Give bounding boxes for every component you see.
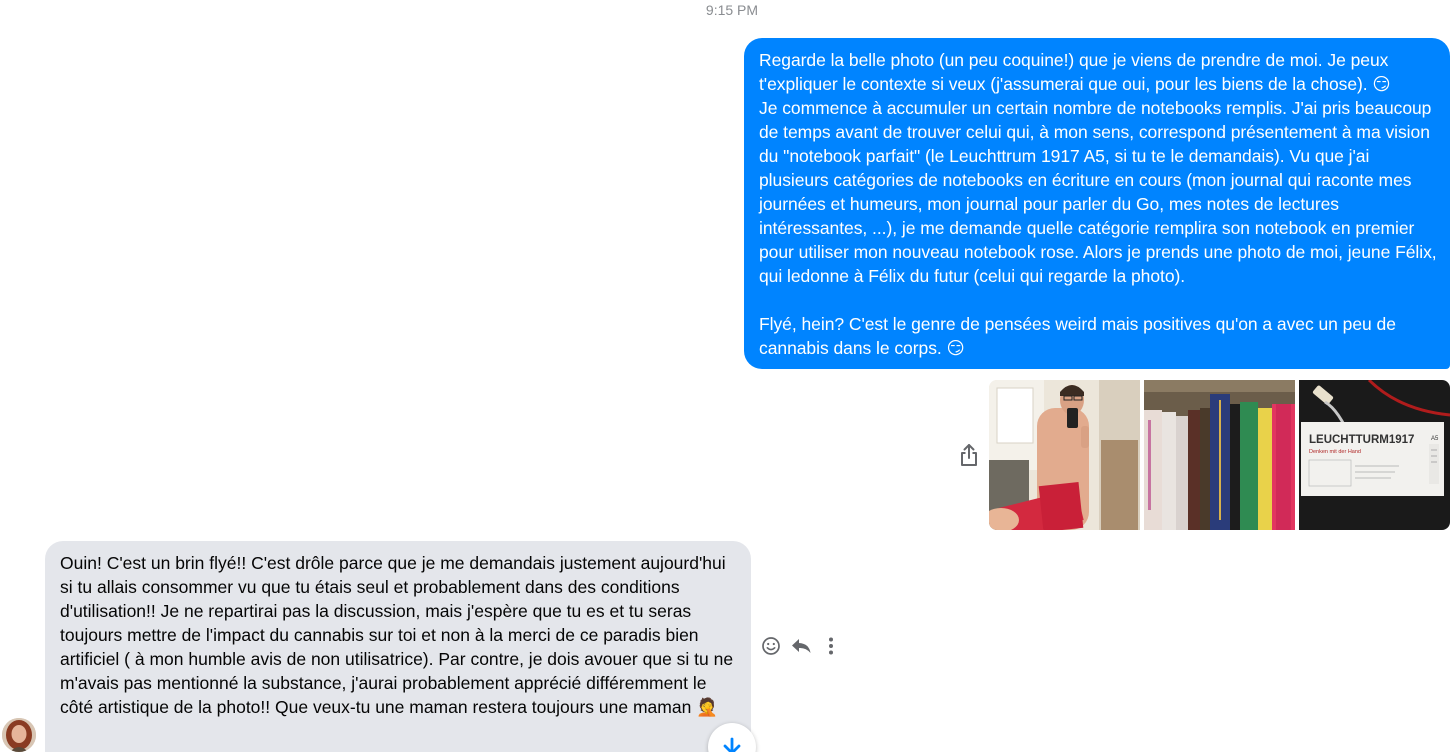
photo-attachments: LEUCHTTURM1917 Denken mit der Hand A5 [989, 380, 1450, 530]
message-actions [760, 634, 842, 658]
photo-bookshelf[interactable] [1144, 380, 1295, 530]
photo-selfie[interactable] [989, 380, 1140, 530]
more-vertical-icon[interactable] [820, 634, 842, 658]
notebook-size-text: A5 [1431, 436, 1439, 442]
photo-notebook-cover[interactable]: LEUCHTTURM1917 Denken mit der Hand A5 [1299, 380, 1450, 530]
share-icon[interactable] [958, 442, 980, 468]
smiley-icon[interactable] [760, 634, 782, 658]
reply-icon[interactable] [790, 634, 812, 658]
notebook-brand-text: LEUCHTTURM1917 [1309, 434, 1414, 446]
arrow-down-icon [720, 723, 744, 752]
messenger-conversation: 9:15 PM Regarde la belle photo (un peu c… [0, 0, 1452, 752]
incoming-message-bubble[interactable]: Ouin! C'est un brin flyé!! C'est drôle p… [45, 541, 751, 752]
message-timestamp: 9:15 PM [705, 2, 759, 18]
notebook-tagline-text: Denken mit der Hand [1309, 449, 1361, 455]
outgoing-message-bubble[interactable]: Regarde la belle photo (un peu coquine!)… [744, 38, 1450, 369]
avatar[interactable] [2, 718, 36, 752]
